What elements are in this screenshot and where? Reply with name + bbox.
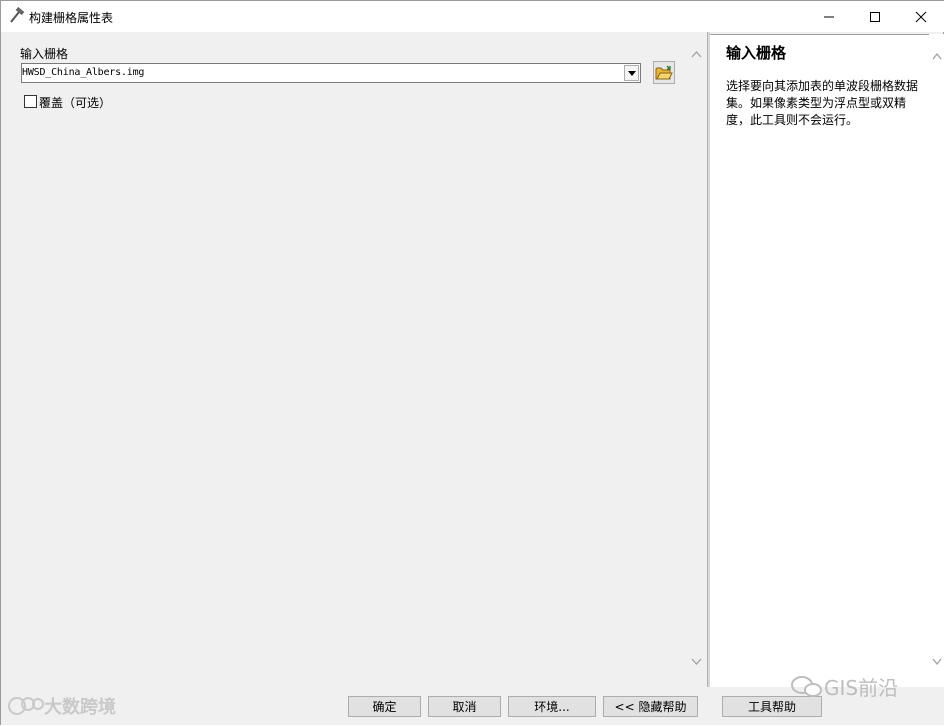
title-bar[interactable]: 构建栅格属性表 [1, 1, 944, 32]
chevron-up-icon [691, 51, 702, 58]
help-scrollbar[interactable] [929, 34, 945, 687]
watermark-right-text: GIS前沿 [824, 676, 899, 700]
scrollbar-arrows [932, 52, 942, 666]
help-title: 输入栅格 [726, 44, 787, 62]
overwrite-label[interactable]: 覆盖（可选） [39, 94, 111, 111]
scrollbar-arrows [691, 51, 702, 665]
wechat-icon [791, 675, 822, 697]
close-button[interactable] [898, 1, 944, 32]
close-icon [915, 11, 927, 22]
tool-dialog-window: 构建栅格属性表 输入栅格 HWSD_China_Albers.img 覆盖（可选… [0, 0, 945, 725]
watermark-logo-icon [8, 697, 44, 715]
overwrite-checkbox[interactable] [24, 95, 37, 108]
environments-button[interactable]: 环境... [508, 696, 596, 717]
watermark-right: GIS前沿 [790, 672, 898, 701]
minimize-button[interactable] [806, 1, 852, 32]
input-raster-label: 输入栅格 [20, 47, 69, 61]
browse-button[interactable] [653, 61, 675, 84]
window-title: 构建栅格属性表 [29, 11, 114, 25]
help-panel: 输入栅格 选择要向其添加表的单波段栅格数据集。如果像素类型为浮点型或双精度，此工… [710, 34, 929, 687]
open-folder-icon [655, 65, 673, 79]
chevron-up-icon [932, 52, 942, 60]
chevron-down-icon [932, 658, 942, 666]
hide-help-button[interactable]: << 隐藏帮助 [603, 696, 698, 717]
parameters-scrollbar[interactable] [688, 32, 705, 687]
ok-button[interactable]: 确定 [348, 696, 421, 717]
dropdown-button[interactable] [624, 65, 639, 81]
cancel-button[interactable]: 取消 [428, 696, 501, 717]
chevron-down-icon [627, 70, 636, 76]
minimize-icon [824, 16, 834, 17]
input-raster-combobox[interactable]: HWSD_China_Albers.img [21, 63, 641, 83]
watermark-left: 大数跨境 [8, 693, 116, 719]
hammer-icon [7, 6, 25, 25]
help-description: 选择要向其添加表的单波段栅格数据集。如果像素类型为浮点型或双精度，此工具则不会运… [726, 79, 919, 127]
parameters-pane [1, 32, 688, 687]
maximize-button[interactable] [852, 1, 898, 32]
input-raster-value: HWSD_China_Albers.img [22, 67, 145, 78]
watermark-left-text: 大数跨境 [44, 697, 116, 718]
chevron-down-icon [691, 658, 702, 665]
maximize-icon [870, 11, 880, 22]
